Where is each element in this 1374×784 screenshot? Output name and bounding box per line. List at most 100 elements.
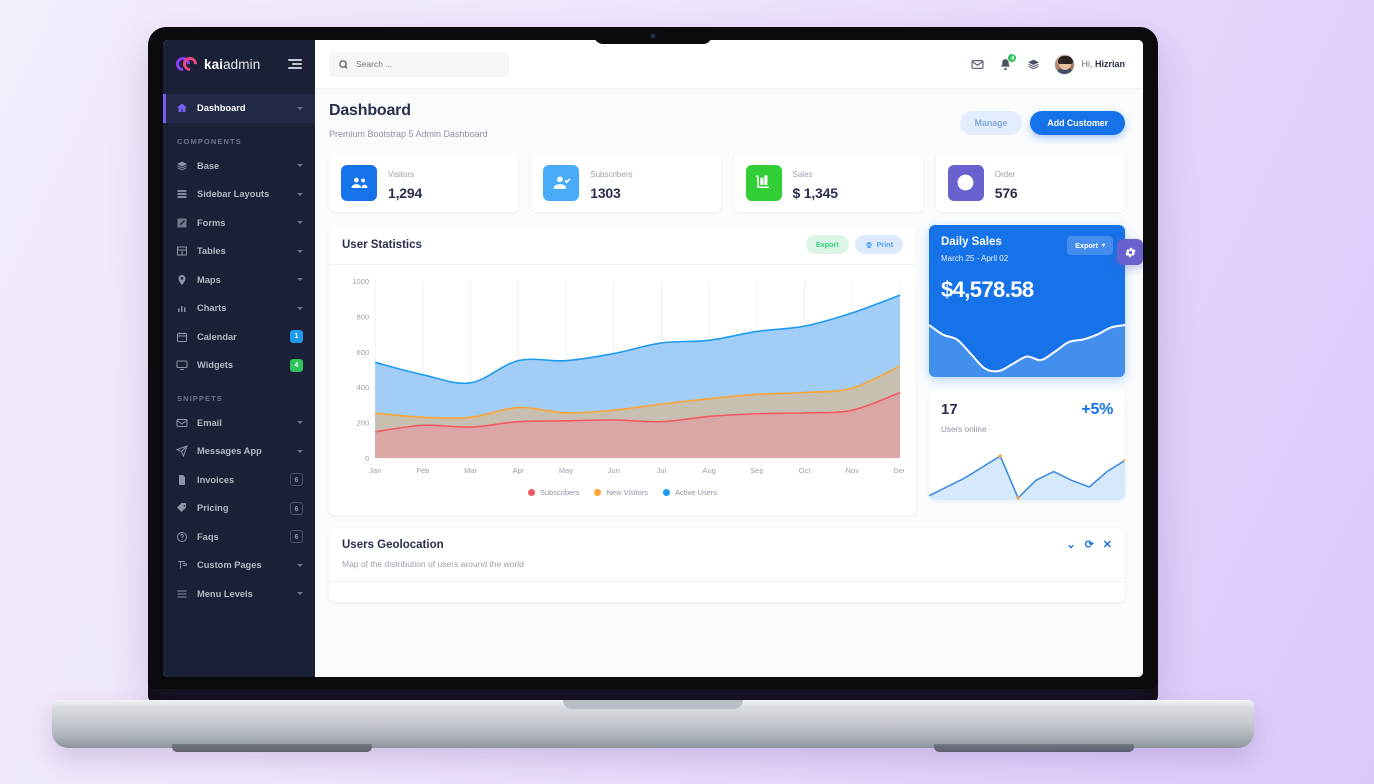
sidebar-item-calendar[interactable]: Calendar 1 [163,323,315,352]
sidebar-toggle-icon[interactable] [288,58,302,70]
sidebar-item-label: Dashboard [197,103,246,114]
laptop-base [52,700,1254,752]
brand-logo[interactable]: kaiadmin [173,54,261,74]
brand-name: kaiadmin [204,56,261,72]
notifications-icon-button[interactable]: 4 [998,53,1018,71]
chevron-down-icon [297,278,303,282]
export-button[interactable]: Export [805,235,849,254]
main-area: 4 Hi, Hizrian [315,40,1143,677]
stat-card-visitors[interactable]: Visitors 1,294 [329,153,519,212]
stat-card-subscribers[interactable]: Subscribers 1303 [531,153,721,212]
sidebar-item-email[interactable]: Email [163,409,315,438]
collapse-chevron-icon[interactable]: ⌄ [1066,539,1075,551]
svg-text:May: May [559,466,573,475]
stat-label: Visitors [388,170,415,179]
avatar [1054,53,1076,75]
daily-sales-export-dropdown[interactable]: Export ▾ [1067,236,1113,255]
stat-card-sales[interactable]: Sales $ 1,345 [733,153,923,212]
sidebar-item-label: Email [197,417,222,428]
sidebar-item-label: Tables [197,246,226,257]
sidebar-nav: Dashboard COMPONENTS Base Sidebar Layout… [163,88,315,608]
users-online-card: 17 +5% Users online [929,390,1125,500]
stat-card-order[interactable]: Order 576 [935,153,1125,212]
card-title: User Statistics [342,238,422,251]
chevron-down-icon [297,192,303,196]
sidebar-badge-invoices: 6 [290,473,303,487]
users-geolocation-card: Users Geolocation ⌄ ⟳ ✕ Map of the distr… [329,528,1125,602]
sidebar-item-base[interactable]: Base [163,152,315,181]
search-icon [339,59,348,69]
svg-text:Jul: Jul [657,466,667,475]
svg-text:Oct: Oct [799,466,812,475]
daily-sales-card: Daily Sales March 25 - April 02 Export ▾ [929,225,1125,377]
sidebar-item-custom-pages[interactable]: Custom Pages [163,551,315,580]
sidebar-item-menu-levels[interactable]: Menu Levels [163,580,315,609]
legend-dot [527,489,535,496]
gear-icon [1124,247,1136,257]
sidebar-item-tables[interactable]: Tables [163,237,315,266]
envelope-icon [175,416,188,429]
daily-sales-sparkline [929,315,1125,377]
sparkline-area [929,324,1125,377]
geolocation-header: Users Geolocation ⌄ ⟳ ✕ [329,528,1125,551]
manage-button[interactable]: Manage [959,111,1023,135]
sidebar-item-label: Forms [197,217,226,228]
quick-actions-icon-button[interactable] [1026,57,1040,71]
sidebar-item-invoices[interactable]: Invoices 6 [163,466,315,495]
geolocation-map[interactable] [329,582,1125,602]
legend-item-new-visitors[interactable]: New Visitors [594,488,648,497]
search-box[interactable] [329,51,509,77]
screen: kaiadmin Dashboard COMPONENTS Base Sideb… [163,40,1143,677]
chevron-down-icon [297,421,303,425]
bar-chart-icon [175,302,188,315]
sidebar-badge-widgets: 4 [290,358,303,372]
svg-text:200: 200 [357,419,370,428]
sidebar-item-maps[interactable]: Maps [163,266,315,295]
geolocation-actions: ⌄ ⟳ ✕ [1066,539,1112,551]
chevron-down-icon [297,221,303,225]
svg-text:Sep: Sep [750,466,763,475]
sidebar-item-dashboard[interactable]: Dashboard [163,94,315,123]
sidebar-item-charts[interactable]: Charts [163,294,315,323]
users-online-header: 17 +5% [929,390,1125,419]
refresh-icon[interactable]: ⟳ [1085,539,1094,551]
add-customer-button[interactable]: Add Customer [1030,111,1125,135]
search-input[interactable] [356,59,500,69]
print-button[interactable]: Print [854,235,903,254]
topbar: 4 Hi, Hizrian [315,40,1143,88]
page-title: Dashboard [329,102,411,119]
legend-item-active-users[interactable]: Active Users [663,488,717,497]
legend-item-subscribers[interactable]: Subscribers [527,488,579,497]
pen-icon [175,559,188,572]
sidebar-section-snippets: SNIPPETS [177,393,223,403]
layers-icon [1028,59,1039,69]
svg-text:0: 0 [365,454,369,463]
svg-text:800: 800 [357,312,370,321]
user-statistics-chart[interactable]: 0 200 400 600 800 1000 Jan Feb Mar Apr May Jun Jul Au… [341,275,904,480]
sidebar-item-forms[interactable]: Forms [163,209,315,238]
chevron-down-icon [297,106,303,110]
messages-icon-button[interactable] [970,57,984,71]
chevron-down-icon [297,563,303,567]
sidebar-item-messages-app[interactable]: Messages App [163,437,315,466]
sidebar-item-pricing[interactable]: Pricing 6 [163,494,315,523]
user-menu[interactable]: Hi, Hizrian [1054,53,1125,75]
chevron-down-icon [297,249,303,253]
sidebar-item-label: Base [197,160,220,171]
sidebar-item-faqs[interactable]: Faqs 6 [163,523,315,552]
daily-sales-date-range: March 25 - April 02 [941,254,1009,263]
table-icon [175,245,188,258]
sidebar-item-widgets[interactable]: Widgets 4 [163,351,315,380]
sidebar-item-label: Custom Pages [197,560,262,571]
svg-text:Jan: Jan [369,466,381,475]
file-icon [175,473,188,486]
paper-plane-icon [175,445,188,458]
webcam-lens-icon [651,34,655,38]
stat-cards: Visitors 1,294 Subscribers 1303 Sales $ … [329,153,1125,212]
stat-label: Subscribers [590,170,633,179]
sidebar-item-sidebar-layouts[interactable]: Sidebar Layouts [163,180,315,209]
export-label: Export [815,240,839,249]
settings-gear-button[interactable] [1117,239,1143,265]
close-icon[interactable]: ✕ [1103,539,1112,551]
svg-text:400: 400 [357,383,370,392]
